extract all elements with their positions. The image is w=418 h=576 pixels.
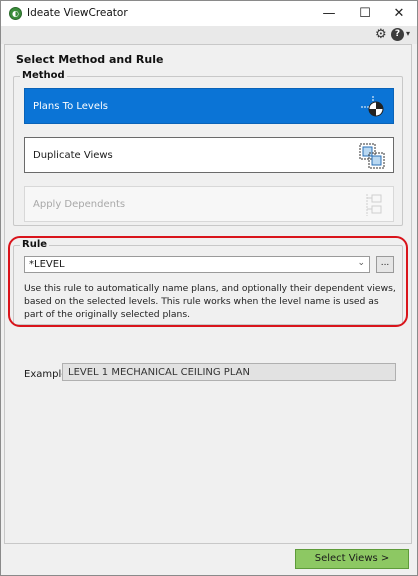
title-bar: ◐ Ideate ViewCreator — ☐ ✕ <box>1 1 417 26</box>
example-value: LEVEL 1 MECHANICAL CEILING PLAN <box>68 367 250 378</box>
duplicate-views-label: Duplicate Views <box>33 150 113 161</box>
window-title: Ideate ViewCreator <box>27 7 128 19</box>
close-button[interactable]: ✕ <box>381 1 417 26</box>
apply-dependents-icon <box>366 194 382 216</box>
highlight-annotation <box>8 236 408 327</box>
duplicate-views-icon <box>359 143 385 169</box>
example-field: LEVEL 1 MECHANICAL CEILING PLAN <box>62 363 396 381</box>
minimize-button[interactable]: — <box>311 1 347 26</box>
duplicate-views-button[interactable]: Duplicate Views <box>24 137 394 173</box>
method-group-label: Method <box>20 70 67 81</box>
help-icon[interactable]: ? <box>391 28 404 41</box>
gear-icon[interactable]: ⚙ <box>375 27 387 43</box>
chevron-down-icon[interactable]: ▾ <box>406 29 410 38</box>
maximize-button[interactable]: ☐ <box>347 1 383 26</box>
apply-dependents-label: Apply Dependents <box>33 199 126 210</box>
section-title: Select Method and Rule <box>16 53 164 66</box>
plans-to-levels-icon <box>361 96 384 117</box>
apply-dependents-button[interactable]: Apply Dependents <box>24 186 394 222</box>
app-logo-icon: ◐ <box>9 7 22 20</box>
plans-to-levels-button[interactable]: Plans To Levels <box>24 88 394 124</box>
select-views-button[interactable]: Select Views > <box>295 549 409 569</box>
plans-to-levels-label: Plans To Levels <box>33 101 108 112</box>
toolbar: ⚙ ? ▾ <box>1 26 417 44</box>
